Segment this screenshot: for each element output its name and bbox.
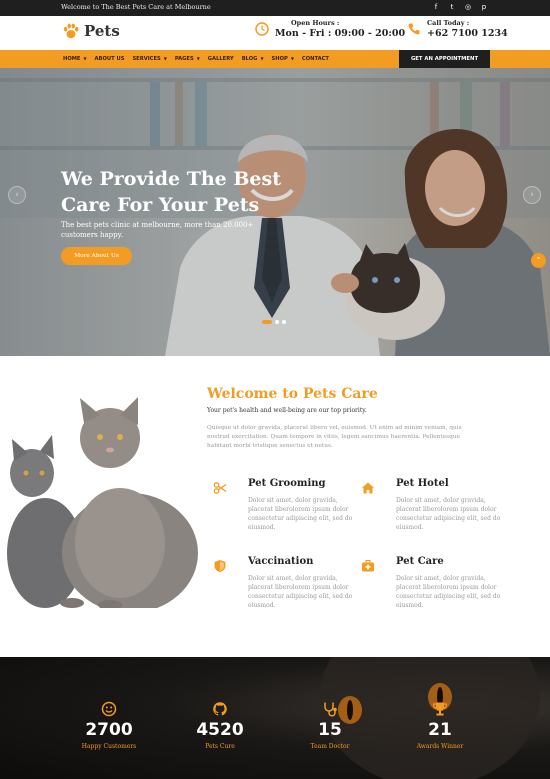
slider-dot[interactable]: [282, 320, 286, 324]
stat-value: 21: [428, 720, 452, 740]
nav-item-shop[interactable]: SHOP ▼: [272, 50, 294, 68]
nav-item-label: BLOG: [241, 56, 258, 62]
nav-item-home[interactable]: HOME ▼: [63, 50, 87, 68]
stat-happy-customers: 2700 Happy Customers: [69, 701, 149, 750]
medical-kit-icon: [362, 559, 374, 572]
twitter-icon[interactable]: t: [447, 2, 457, 12]
stat-label: Team Doctor: [310, 743, 350, 750]
stethoscope-icon: [324, 702, 337, 717]
top-bar: Welcome to The Best Pets Care at Melbour…: [0, 0, 550, 16]
smile-icon: [101, 701, 117, 717]
nav-item-label: GALLERY: [207, 56, 234, 62]
nav-item-label: HOME: [63, 56, 81, 62]
shield-icon: [214, 560, 226, 572]
logo[interactable]: Pets: [62, 22, 120, 40]
hours-label: Open Hours :: [291, 19, 340, 27]
instagram-icon[interactable]: ◎: [463, 2, 473, 12]
chevron-down-icon: ▼: [163, 56, 167, 61]
nav-item-label: ABOUT US: [94, 56, 125, 62]
logo-text: Pets: [84, 22, 120, 40]
stat-value: 4520: [196, 720, 244, 740]
welcome-paragraph: Quisque ut dolor gravida, placerat liber…: [207, 425, 462, 449]
pinterest-icon[interactable]: p: [479, 2, 489, 12]
facebook-icon[interactable]: f: [431, 2, 441, 12]
slider-next-arrow[interactable]: ›: [523, 186, 541, 204]
phone-icon: [408, 23, 420, 35]
open-hours: Open Hours : Mon - Fri : 09:00 - 20:00: [255, 19, 405, 39]
call-label: Call Today :: [427, 19, 470, 27]
service-title: Vaccination: [248, 556, 314, 567]
home-icon: [362, 482, 374, 494]
stats-section: 2700 Happy Customers 4520 Pets Cure 15 T…: [0, 657, 550, 779]
service-text: Dolor sit amet, dolor gravida, placerat …: [248, 575, 353, 609]
hours-value: Mon - Fri : 09:00 - 20:00: [275, 28, 406, 39]
appointment-button[interactable]: GET AN APPOINTMENT: [399, 50, 490, 68]
service-title: Pet Care: [396, 556, 444, 567]
nav-item-services[interactable]: SERVICES ▼: [132, 50, 166, 68]
nav-item-label: SHOP: [271, 56, 288, 62]
nav-item-pages[interactable]: PAGES ▼: [175, 50, 200, 68]
welcome-section: Welcome to Pets Care Your pet's health a…: [0, 356, 550, 657]
slider-dot[interactable]: [275, 320, 279, 324]
github-icon: [213, 702, 227, 716]
service-title: Pet Grooming: [248, 478, 326, 489]
social-links: f t ◎ p: [431, 2, 489, 12]
welcome-message: Welcome to The Best Pets Care at Melbour…: [61, 3, 211, 11]
stat-pets-cure: 4520 Pets Cure: [180, 701, 260, 750]
hero-slider: We Provide The Best Care For Your Pets T…: [0, 68, 550, 356]
nav-item-label: SERVICES: [132, 56, 161, 62]
chevron-down-icon: ▼: [260, 56, 264, 61]
call-today: Call Today : +62 7100 1234: [407, 19, 508, 39]
stat-label: Pets Cure: [205, 743, 235, 750]
chevron-down-icon: ▼: [83, 56, 87, 61]
hero-subtitle: The best pets clinic at melbourne, more …: [61, 221, 254, 239]
slider-prev-arrow[interactable]: ‹: [8, 186, 26, 204]
nav-item-contact[interactable]: CONTACT: [302, 50, 329, 68]
site-header: Pets Open Hours : Mon - Fri : 09:00 - 20…: [0, 16, 550, 50]
main-nav: HOME ▼ ABOUT US SERVICES ▼ PAGES ▼ GALLERY …: [0, 50, 550, 68]
nav-item-about-us[interactable]: ABOUT US: [95, 50, 125, 68]
slider-dot[interactable]: [262, 320, 272, 324]
chevron-down-icon: ▼: [196, 56, 200, 61]
scroll-top-button[interactable]: ⌃: [531, 253, 546, 268]
more-about-us-button[interactable]: More About Us: [61, 247, 132, 265]
chevron-down-icon: ▼: [290, 56, 294, 61]
trophy-icon: [432, 702, 448, 716]
stat-label: Happy Customers: [81, 743, 137, 750]
nav-item-gallery[interactable]: GALLERY: [208, 50, 234, 68]
stat-awards-winner: 21 Awards Winner: [400, 701, 480, 750]
call-value[interactable]: +62 7100 1234: [427, 28, 508, 39]
cats-image: [7, 397, 198, 608]
service-text: Dolor sit amet, dolor gravida, placerat …: [396, 497, 501, 531]
stat-value: 15: [318, 720, 342, 740]
paw-icon: [63, 23, 79, 39]
slider-dots: [262, 320, 286, 324]
nav-item-blog[interactable]: BLOG ▼: [242, 50, 264, 68]
nav-item-label: CONTACT: [301, 56, 329, 62]
nav-menu: HOME ▼ ABOUT US SERVICES ▼ PAGES ▼ GALLERY …: [63, 50, 329, 68]
scissors-icon: [213, 482, 227, 494]
nav-item-label: PAGES: [174, 56, 194, 62]
welcome-subtitle: Your pet's health and well-being are our…: [207, 407, 367, 414]
service-text: Dolor sit amet, dolor gravida, placerat …: [248, 497, 353, 531]
stat-value: 2700: [85, 720, 133, 740]
welcome-title: Welcome to Pets Care: [207, 386, 378, 402]
service-text: Dolor sit amet, dolor gravida, placerat …: [396, 575, 501, 609]
hero-title: We Provide The Best Care For Your Pets: [61, 168, 281, 216]
stat-team-doctor: 15 Team Doctor: [290, 701, 370, 750]
clock-icon: [255, 22, 269, 36]
stat-label: Awards Winner: [416, 743, 464, 750]
service-title: Pet Hotel: [396, 478, 449, 489]
